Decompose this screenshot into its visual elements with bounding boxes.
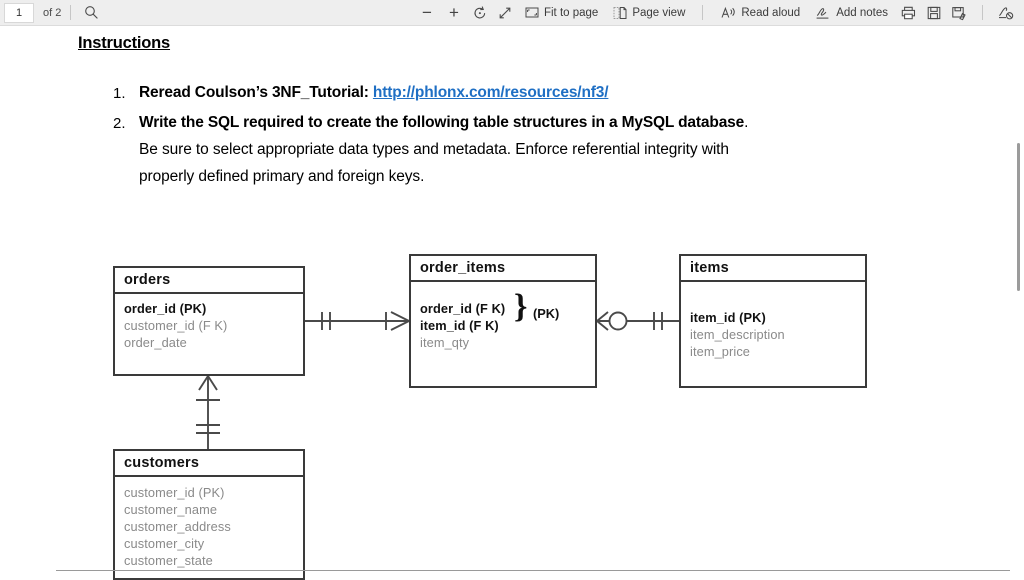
add-notes-label: Add notes	[836, 6, 888, 19]
erase-ink-icon[interactable]	[993, 2, 1018, 24]
attribute: item_id (F K)	[420, 318, 499, 333]
entity-orders-attributes: order_id (PK) customer_id (F K) order_da…	[115, 294, 303, 358]
read-aloud-icon	[720, 6, 736, 20]
toolbar-divider-2	[702, 5, 704, 20]
page-view-icon	[613, 6, 627, 20]
toolbar-divider-3	[982, 5, 983, 20]
toolbar-divider-1	[70, 5, 72, 20]
entity-order-items-attributes: order_id (F K) item_id (F K) item_qty	[411, 282, 595, 358]
page-view-label: Page view	[632, 6, 686, 19]
attribute: customer_id (PK)	[124, 485, 225, 500]
read-aloud-label: Read aloud	[741, 6, 801, 19]
toolbar-left-group: 1 of 2	[0, 0, 103, 25]
page-number-value: 1	[15, 6, 23, 19]
composite-key-brace-icon: }	[514, 288, 528, 325]
entity-items[interactable]: items item_id (PK) item_description item…	[679, 254, 867, 388]
attribute: item_qty	[420, 335, 470, 350]
attribute: customer_city	[124, 536, 205, 551]
vertical-scrollbar[interactable]	[1017, 143, 1020, 291]
attribute: item_description	[690, 327, 785, 342]
fit-to-page-icon	[525, 6, 539, 19]
zoom-in-button[interactable]: +	[441, 2, 467, 24]
save-as-icon[interactable]	[947, 2, 972, 24]
entity-orders[interactable]: orders order_id (PK) customer_id (F K) o…	[113, 266, 305, 376]
read-aloud-button[interactable]: Read aloud	[713, 2, 807, 24]
fit-to-page-label: Fit to page	[543, 6, 599, 19]
attribute: customer_id (F K)	[124, 318, 228, 333]
document-page: Instructions 1. Reread Coulson’s 3NF_Tut…	[0, 26, 1010, 580]
attribute: item_price	[690, 344, 751, 359]
entity-customers-title: customers	[115, 451, 303, 477]
entity-items-title: items	[681, 256, 865, 282]
add-notes-icon	[815, 6, 831, 20]
attribute: order_date	[124, 335, 187, 350]
entity-customers-attributes: customer_id (PK) customer_name customer_…	[115, 477, 303, 576]
composite-key-label: (PK)	[533, 306, 560, 321]
page-count-label: of 2	[43, 6, 62, 19]
fit-to-page-button[interactable]: Fit to page	[518, 2, 605, 24]
add-notes-button[interactable]: Add notes	[808, 2, 895, 24]
entity-items-attributes: item_id (PK) item_description item_price	[681, 282, 865, 367]
zoom-out-button[interactable]: −	[414, 2, 440, 24]
rotate-icon[interactable]	[468, 2, 492, 24]
er-diagram: orders order_id (PK) customer_id (F K) o…	[0, 26, 1010, 580]
search-icon[interactable]	[80, 2, 103, 24]
page-view-button[interactable]: Page view	[606, 2, 692, 24]
attribute: order_id (PK)	[124, 301, 207, 316]
toolbar-right-group: − + Fit to page Page view Read aloud Add…	[414, 0, 1024, 25]
fit-to-window-icon[interactable]	[493, 2, 517, 24]
entity-order-items-title: order_items	[411, 256, 595, 282]
pdf-viewer-toolbar: 1 of 2 − + Fit to page Page view Read al…	[0, 0, 1024, 26]
entity-order-items[interactable]: order_items order_id (F K) item_id (F K)…	[409, 254, 597, 388]
page-number-input[interactable]: 1	[4, 2, 34, 23]
attribute: customer_address	[124, 519, 231, 534]
entity-customers[interactable]: customers customer_id (PK) customer_name…	[113, 449, 305, 580]
attribute: customer_name	[124, 502, 218, 517]
page-boundary-divider	[56, 570, 1010, 571]
attribute: order_id (F K)	[420, 301, 506, 316]
attribute: customer_state	[124, 553, 213, 568]
print-icon[interactable]	[896, 2, 921, 24]
entity-orders-title: orders	[115, 268, 303, 294]
save-icon[interactable]	[922, 2, 946, 24]
attribute: item_id (PK)	[690, 310, 766, 325]
